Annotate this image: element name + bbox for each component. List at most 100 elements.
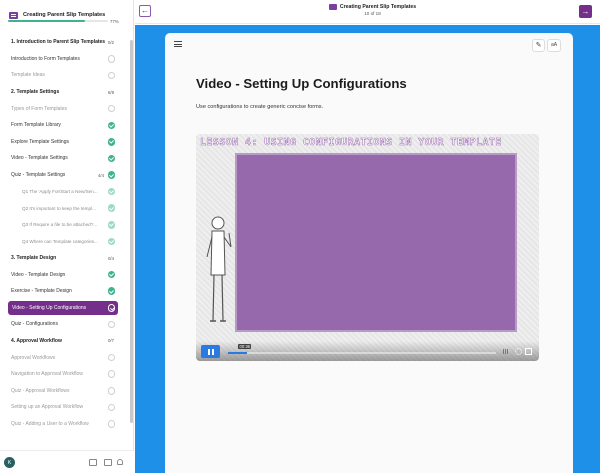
lesson-item-label: Video - Template Settings xyxy=(11,155,68,162)
section-header[interactable]: 3. Template Design 0/4 xyxy=(0,250,128,267)
complete-check-icon xyxy=(107,237,115,246)
sidebar-scrollbar[interactable] xyxy=(130,40,133,423)
complete-check-icon xyxy=(107,270,115,279)
incomplete-icon xyxy=(107,387,115,395)
lesson-card: ✎ aA Video - Setting Up Configurations U… xyxy=(165,33,573,473)
section-header[interactable]: 2. Template Settings 6/9 xyxy=(0,84,128,101)
presenter-figure-icon xyxy=(206,216,232,322)
section-header[interactable]: 4. Approval Workflow 0/7 xyxy=(0,333,128,350)
complete-check-icon xyxy=(107,221,115,229)
sidebar-header: Creating Parent Slip Templates xyxy=(0,0,134,30)
lesson-item[interactable]: Video - Setting Up Configurations xyxy=(8,300,118,315)
bell-icon[interactable] xyxy=(117,459,123,465)
sidebar-footer: K xyxy=(0,450,134,473)
incomplete-icon xyxy=(107,403,115,412)
lesson-item[interactable]: Quiz - Configurations xyxy=(0,316,128,333)
video-controls: 00:36 xyxy=(196,341,539,361)
lesson-item[interactable]: Explore Template Settings xyxy=(0,134,128,151)
menu-icon[interactable] xyxy=(174,41,182,49)
book-icon[interactable] xyxy=(89,459,97,466)
video-heading: LESSON 4: USING CONFIGURATIONS IN YOUR T… xyxy=(200,137,502,149)
progress-count: 0/4 xyxy=(108,255,114,261)
edit-icon[interactable]: ✎ xyxy=(532,39,545,52)
lesson-item[interactable]: Form Template Library xyxy=(0,117,128,134)
video-seek-bar[interactable] xyxy=(228,352,496,354)
quiz-question-item[interactable]: Q1 The 'Apply For/Start a New/Sen... xyxy=(0,183,128,200)
lesson-item-label: Types of Form Templates xyxy=(11,105,68,112)
progress-count: 0/7 xyxy=(108,338,114,344)
complete-check-icon xyxy=(107,187,115,196)
lesson-item[interactable]: Video - Template Design xyxy=(0,266,128,283)
lesson-item-label: Q3 If Require a file to be attached?... xyxy=(22,222,98,228)
incomplete-icon xyxy=(107,320,115,329)
lesson-item-label: Quiz - Approval Workflows xyxy=(11,387,70,394)
progress-count: 0/2 xyxy=(108,39,114,45)
lesson-item-label: Exercise - Template Design xyxy=(11,288,72,295)
quiz-question-item[interactable]: Q4 Where can Template categories... xyxy=(0,233,128,250)
incomplete-icon xyxy=(107,370,115,378)
complete-check-icon xyxy=(107,204,115,212)
pause-button[interactable] xyxy=(201,345,220,358)
lesson-item-label: 2. Template Settings xyxy=(11,89,60,96)
next-lesson-button[interactable]: → xyxy=(579,5,592,18)
gear-icon[interactable] xyxy=(515,348,522,355)
complete-check-icon xyxy=(107,287,115,295)
lesson-item[interactable]: Template Ideas xyxy=(0,67,128,84)
section-header[interactable]: 1. Introduction to Parent Slip Templates… xyxy=(0,34,128,51)
lesson-item-label: Approval Workflows xyxy=(11,354,56,361)
lesson-item-label: Setting up an Approval Workflow xyxy=(11,404,84,411)
lesson-item-label: Quiz - Adding a User to a Workflow xyxy=(11,420,89,427)
video-time: 00:36 xyxy=(238,344,252,349)
complete-check-icon xyxy=(107,121,115,130)
course-progress-bar xyxy=(8,20,108,22)
lesson-item[interactable]: Navigation to Approval Workflow xyxy=(0,366,128,383)
top-bar-title: Creating Parent Slip Templates xyxy=(305,4,440,10)
lesson-item[interactable]: Setting up an Approval Workflow xyxy=(0,399,128,416)
quiz-question-item[interactable]: Q3 If Require a file to be attached?... xyxy=(0,217,128,234)
complete-check-icon xyxy=(107,304,115,312)
volume-icon[interactable] xyxy=(502,349,509,354)
lesson-item-label: Template Ideas xyxy=(11,72,45,79)
lesson-item[interactable]: Quiz - Template Settings 4/4 xyxy=(0,167,128,184)
top-bar: ← Creating Parent Slip Templates 10 of 1… xyxy=(135,0,600,24)
lesson-description: Use configurations to create generic con… xyxy=(196,104,324,110)
lesson-item[interactable]: Quiz - Adding a User to a Workflow xyxy=(0,416,128,433)
complete-check-icon xyxy=(107,154,115,163)
course-sidebar: Creating Parent Slip Templates 77% 1. In… xyxy=(0,0,134,473)
lesson-item[interactable]: Approval Workflows xyxy=(0,349,128,366)
lesson-item[interactable]: Video - Template Settings xyxy=(0,150,128,167)
lesson-item-label: Video - Template Design xyxy=(11,271,66,278)
course-title: Creating Parent Slip Templates xyxy=(23,12,106,18)
complete-check-icon xyxy=(107,171,115,179)
video-player[interactable]: LESSON 4: USING CONFIGURATIONS IN YOUR T… xyxy=(196,134,539,361)
lesson-item[interactable]: Quiz - Approval Workflows xyxy=(0,382,128,399)
chat-icon[interactable] xyxy=(104,459,112,466)
lesson-item-label: 4. Approval Workflow xyxy=(11,337,62,344)
incomplete-icon xyxy=(107,55,115,63)
lesson-item-label: Introduction to Form Templates xyxy=(11,55,80,62)
lesson-item[interactable]: Exercise - Template Design xyxy=(0,283,128,300)
lesson-item-label: Q2 It's important to keep the templ... xyxy=(22,205,96,211)
lesson-item-label: Form Template Library xyxy=(11,122,61,129)
lesson-item-label: Quiz - Template Settings xyxy=(11,172,66,179)
avatar[interactable]: K xyxy=(4,457,15,468)
course-logo-icon xyxy=(328,4,337,10)
fullscreen-icon[interactable] xyxy=(525,348,532,355)
lesson-item[interactable]: Types of Form Templates xyxy=(0,100,128,117)
course-progress-fill xyxy=(8,20,85,22)
course-progress-label: 77% xyxy=(110,19,119,24)
video-whiteboard xyxy=(235,153,517,332)
lesson-title: Video - Setting Up Configurations xyxy=(196,76,407,91)
lesson-item-label: Q1 The 'Apply For/Start a New/Sen... xyxy=(22,189,98,195)
lesson-item-label: Video - Setting Up Configurations xyxy=(12,304,87,311)
lesson-item[interactable]: Introduction to Form Templates xyxy=(0,51,128,68)
previous-lesson-button[interactable]: ← xyxy=(139,5,151,17)
quiz-question-item[interactable]: Q2 It's important to keep the templ... xyxy=(0,200,128,217)
text-size-button[interactable]: aA xyxy=(547,39,561,52)
lesson-item-label: Navigation to Approval Workflow xyxy=(11,371,83,378)
lesson-list: 1. Introduction to Parent Slip Templates… xyxy=(0,34,128,432)
top-bar-title-block: Creating Parent Slip Templates 10 of 18 xyxy=(305,4,440,16)
progress-count: 6/9 xyxy=(108,89,114,95)
lesson-item-label: Quiz - Configurations xyxy=(11,321,58,328)
incomplete-icon xyxy=(107,104,115,113)
